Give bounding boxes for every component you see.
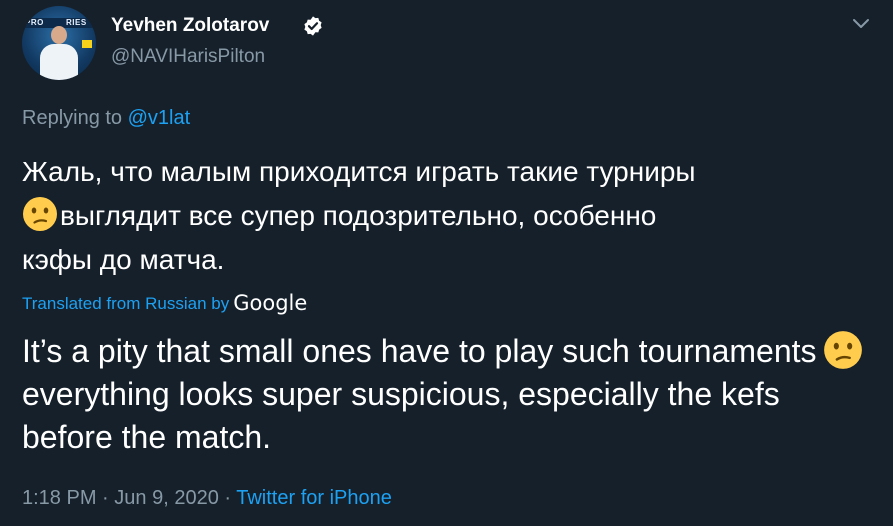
replying-to-label: Replying to	[22, 107, 123, 129]
avatar-body	[40, 44, 78, 80]
translator-name: Google	[233, 291, 308, 315]
tweet-date[interactable]: Jun 9, 2020	[114, 487, 219, 509]
avatar-banner-text-left: PRO	[25, 18, 44, 27]
avatar-banner-text-right: RIES	[66, 18, 87, 27]
avatar[interactable]: PRO RIES	[22, 6, 96, 80]
tweet-original-text: Жаль, что малым приходится играть такие …	[22, 150, 862, 282]
verified-badge-icon	[302, 15, 324, 37]
display-name[interactable]: Yevhen Zolotarov	[111, 14, 269, 38]
tweet-original-line-3: кэфы до матча.	[22, 244, 225, 275]
translation-part-2: everything looks super suspicious, espec…	[22, 376, 780, 455]
avatar-logo-patch	[82, 40, 92, 48]
meta-separator: ·	[102, 487, 109, 509]
confused-face-icon	[22, 196, 58, 232]
confused-face-icon	[823, 330, 863, 370]
meta-separator-2: ·	[224, 487, 232, 509]
reply-mention-link[interactable]: @v1lat	[128, 107, 191, 129]
translated-label: Translated from Russian by	[22, 294, 230, 313]
translation-part-1: It’s a pity that small ones have to play…	[22, 333, 817, 369]
tweet-original-line-1: Жаль, что малым приходится играть такие …	[22, 156, 696, 187]
avatar-head	[51, 26, 67, 44]
replying-to: Replying to @v1lat	[22, 105, 190, 131]
tweet-meta: 1:18 PM · Jun 9, 2020 · Twitter for iPho…	[22, 484, 392, 512]
tweet-source-link[interactable]: Twitter for iPhone	[236, 487, 392, 509]
user-handle[interactable]: @NAVIHarisPilton	[111, 45, 265, 69]
chevron-down-icon[interactable]	[850, 12, 872, 34]
tweet-original-line-2: выглядит все супер подозрительно, особен…	[60, 200, 657, 231]
tweet-time[interactable]: 1:18 PM	[22, 487, 96, 509]
tweet-translation: It’s a pity that small ones have to play…	[22, 330, 872, 459]
translation-attribution[interactable]: Translated from Russian by Google	[22, 290, 307, 317]
